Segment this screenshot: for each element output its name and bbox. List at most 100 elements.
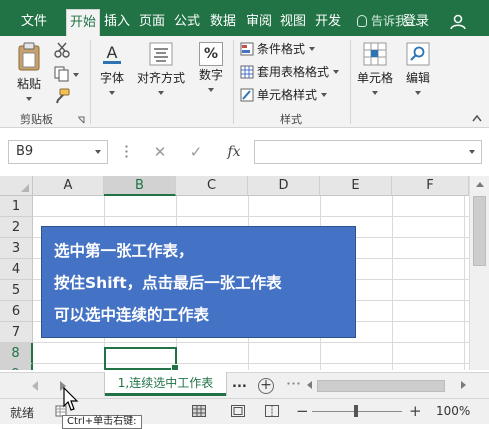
row-header-4[interactable]: 4 — [0, 259, 33, 280]
page-break-view-icon[interactable] — [265, 405, 279, 417]
vertical-scroll-thumb[interactable] — [473, 196, 486, 266]
table-format-icon — [240, 65, 254, 79]
column-header-c[interactable]: C — [176, 176, 248, 196]
status-text: 就绪 — [10, 406, 35, 420]
chevron-down-icon[interactable] — [469, 150, 475, 154]
instruction-line-1: 选中第一张工作表， — [54, 242, 194, 260]
chevron-down-icon[interactable] — [73, 73, 79, 77]
name-box[interactable]: B9 — [8, 140, 108, 164]
chevron-down-icon — [372, 91, 378, 95]
tab-developer[interactable]: 开发 — [312, 9, 344, 36]
insert-function-button[interactable]: fx — [220, 140, 248, 164]
editing-button[interactable]: 编辑 — [400, 42, 436, 100]
column-header-a[interactable]: A — [33, 176, 104, 196]
mouse-pointer-icon — [63, 387, 79, 411]
chevron-down-icon — [26, 97, 32, 101]
paste-button[interactable]: 粘贴 — [10, 40, 48, 106]
vertical-scrollbar[interactable] — [469, 176, 489, 370]
group-separator — [90, 40, 91, 124]
tab-insert[interactable]: 插入 — [102, 9, 132, 36]
tooltip: Ctrl+单击右键: — [62, 415, 142, 429]
login-button[interactable]: 登录 — [403, 9, 429, 36]
row-header-6[interactable]: 6 — [0, 301, 33, 322]
column-header-d[interactable]: D — [248, 176, 320, 196]
cancel-entry-button[interactable]: ✕ — [146, 140, 174, 164]
alignment-button[interactable]: 对齐方式 — [134, 42, 188, 100]
align-center-icon — [149, 42, 173, 66]
column-header-e[interactable]: E — [320, 176, 392, 196]
instruction-textbox[interactable]: 选中第一张工作表， 按住Shift，点击最后一张工作表 可以选中连续的工作表 — [41, 226, 356, 338]
tab-file[interactable]: 文件 — [14, 9, 54, 36]
cells-button[interactable]: 单元格 — [355, 42, 395, 100]
zoom-out-button[interactable]: − — [296, 402, 309, 420]
instruction-line-3: 可以选中连续的工作表 — [54, 306, 210, 324]
copy-icon[interactable] — [54, 66, 70, 82]
row-header-2[interactable]: 2 — [0, 217, 33, 238]
column-header-f[interactable]: F — [392, 176, 469, 196]
row-header-8[interactable]: 8 — [0, 343, 33, 364]
formula-bar: B9 ✕ ✓ fx — [0, 128, 489, 174]
font-button[interactable]: A 字体 — [96, 42, 128, 100]
find-magnifier-icon — [406, 42, 430, 66]
resize-handle[interactable] — [125, 144, 128, 160]
cells-icon — [363, 42, 387, 66]
chevron-down-icon[interactable] — [95, 150, 101, 154]
row-header-1[interactable]: 1 — [0, 196, 33, 217]
svg-text:A: A — [107, 43, 118, 62]
tab-view[interactable]: 视图 — [278, 9, 308, 36]
chevron-down-icon — [332, 70, 339, 74]
row-header-3[interactable]: 3 — [0, 238, 33, 259]
collapse-ribbon-icon[interactable] — [472, 114, 482, 122]
cut-icon[interactable] — [54, 42, 70, 58]
row-header-5[interactable]: 5 — [0, 280, 33, 301]
font-color-icon: A — [103, 43, 121, 64]
cell-style-icon — [240, 88, 254, 102]
format-as-table-button[interactable]: 套用表格格式 — [240, 62, 339, 82]
normal-view-icon[interactable] — [192, 405, 206, 417]
cell-styles-button[interactable]: 单元格样式 — [240, 85, 327, 105]
horizontal-scroll-thumb[interactable] — [317, 380, 445, 392]
confirm-entry-button[interactable]: ✓ — [182, 140, 210, 164]
horizontal-scrollbar[interactable] — [305, 378, 468, 394]
instruction-line-2: 按住Shift，点击最后一张工作表 — [54, 274, 282, 292]
tab-home[interactable]: 开始 — [66, 9, 100, 36]
share-profile-icon[interactable] — [449, 14, 467, 30]
conditional-format-button[interactable]: 条件格式 — [240, 39, 315, 59]
percent-icon: % — [199, 42, 223, 66]
chevron-down-icon — [208, 88, 214, 92]
conditional-format-icon — [240, 42, 254, 56]
tab-page-layout[interactable]: 页面 — [136, 9, 168, 36]
more-sheets-button[interactable]: ... — [232, 376, 247, 391]
format-painter-icon[interactable] — [54, 88, 70, 104]
number-format-button[interactable]: % 数字 — [194, 42, 228, 97]
zoom-slider-thumb[interactable] — [354, 405, 358, 417]
select-all-button[interactable] — [0, 176, 33, 196]
column-header-b[interactable]: B — [104, 176, 176, 196]
chevron-down-icon — [109, 91, 115, 95]
tab-data[interactable]: 数据 — [208, 9, 238, 36]
previous-sheet-icon[interactable] — [32, 381, 38, 391]
sheet-tab-1[interactable]: 1,连续选中工作表 — [105, 372, 226, 396]
dialog-launcher-icon[interactable] — [77, 116, 85, 124]
ribbon: 粘贴 剪贴板 A 字体 对齐方式 % 数字 条件格式 套用表格格式 单元格样式 … — [0, 36, 489, 128]
row-header-7[interactable]: 7 — [0, 322, 33, 343]
chevron-down-icon — [158, 91, 164, 95]
zoom-level[interactable]: 100% — [436, 404, 470, 418]
chevron-down-icon — [320, 93, 327, 97]
ribbon-tab-bar: 文件 开始 插入 页面 公式 数据 审阅 视图 开发 告诉我... 登录 — [0, 0, 489, 36]
scroll-right-icon[interactable] — [461, 381, 466, 389]
row-header-9[interactable]: 9 — [0, 364, 33, 370]
formula-input[interactable] — [254, 140, 482, 164]
page-layout-view-icon[interactable] — [231, 405, 245, 417]
lightbulb-icon — [357, 15, 367, 27]
tab-split-handle[interactable] — [286, 382, 302, 385]
tab-review[interactable]: 审阅 — [244, 9, 274, 36]
zoom-in-button[interactable]: + — [409, 402, 422, 420]
group-separator — [350, 40, 351, 124]
clipboard-icon — [18, 42, 40, 71]
selected-cell-b9[interactable] — [104, 347, 179, 370]
tab-formulas[interactable]: 公式 — [172, 9, 202, 36]
scroll-up-icon[interactable] — [476, 182, 484, 187]
scroll-left-icon[interactable] — [307, 381, 312, 389]
add-sheet-button[interactable]: + — [258, 378, 274, 394]
